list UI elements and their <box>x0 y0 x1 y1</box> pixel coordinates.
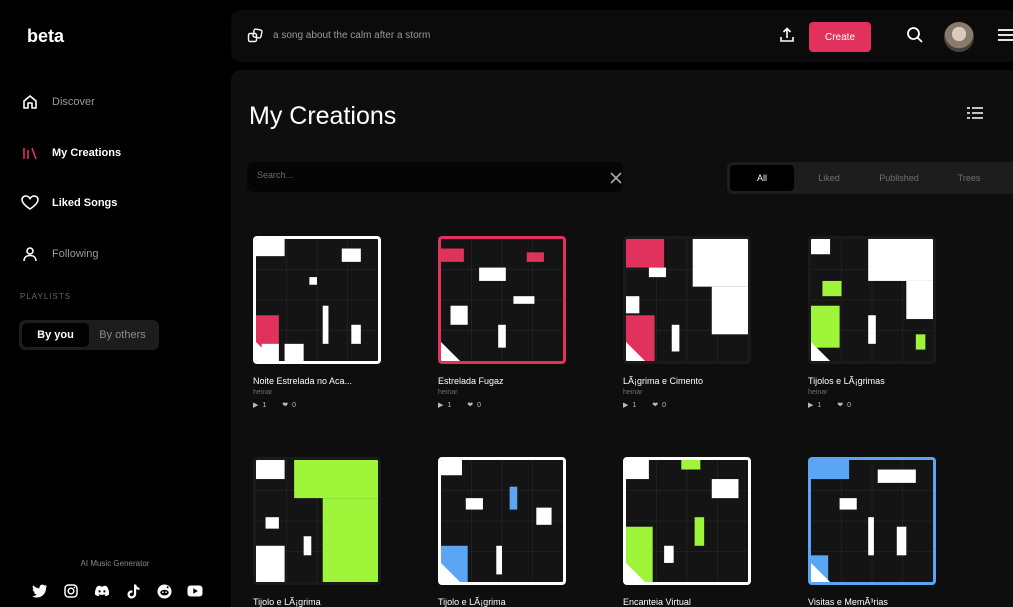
song-card[interactable]: Visitas e MemÃ³rias <box>808 457 938 607</box>
song-card[interactable]: Encanteia Virtual <box>623 457 753 607</box>
sidebar-item-label: My Creations <box>52 147 122 159</box>
song-stats: ▶ 1 ❤ 0 <box>808 401 938 410</box>
list-view-icon[interactable] <box>967 106 983 125</box>
song-title[interactable]: Visitas e MemÃ³rias <box>808 597 938 607</box>
udio-logo[interactable]: udiobeta <box>24 26 1013 607</box>
prompt-dice-icon[interactable] <box>247 28 263 49</box>
reddit-icon[interactable] <box>156 583 172 599</box>
sidebar-item-label: Discover <box>52 96 95 108</box>
tab-liked[interactable]: Liked <box>794 165 864 191</box>
logo-beta-badge: beta <box>27 26 65 46</box>
song-artwork[interactable] <box>808 236 936 364</box>
heart-icon[interactable]: ❤ <box>467 401 473 409</box>
heart-icon[interactable]: ❤ <box>282 401 288 409</box>
heart-icon[interactable]: ❤ <box>837 401 843 409</box>
sidebar-item-label: Liked Songs <box>52 197 118 209</box>
song-author[interactable]: heinar <box>438 389 568 396</box>
play-count: 1 <box>632 401 637 409</box>
tab-published[interactable]: Published <box>864 165 934 191</box>
play-icon[interactable]: ▶ <box>808 401 813 409</box>
top-bar: a song about the calm after a storm Crea… <box>231 10 1013 62</box>
social-links <box>32 583 203 599</box>
hamburger-menu-icon[interactable] <box>997 28 1013 47</box>
song-stats: ▶ 1 ❤ 0 <box>253 401 383 410</box>
youtube-icon[interactable] <box>187 583 203 599</box>
song-artwork[interactable] <box>253 457 381 585</box>
playlist-owner-toggle: By you By others <box>19 320 159 350</box>
tiktok-icon[interactable] <box>125 583 141 599</box>
upload-icon[interactable] <box>779 27 795 48</box>
tab-all[interactable]: All <box>730 165 794 191</box>
main-panel: My Creations All Liked Published Trees N… <box>231 70 1013 607</box>
song-card[interactable]: Tijolos e LÃ¡grimas heinar ▶ 1 ❤ 0 <box>808 236 938 409</box>
filter-tabs: All Liked Published Trees <box>727 162 1013 194</box>
close-icon[interactable] <box>610 171 622 189</box>
search-icon[interactable] <box>906 26 924 49</box>
sidebar: udiobeta Discover My Creations Liked Son… <box>0 0 1013 607</box>
sidebar-item-liked-songs[interactable]: Liked Songs <box>20 190 117 216</box>
song-artwork[interactable] <box>623 236 751 364</box>
song-title[interactable]: LÃ¡grima e Cimento <box>623 376 753 386</box>
song-title[interactable]: Tijolo e LÃ¡grima <box>438 597 568 607</box>
song-artwork[interactable] <box>808 457 936 585</box>
song-card[interactable]: LÃ¡grima e Cimento heinar ▶ 1 ❤ 0 <box>623 236 753 409</box>
page-title: My Creations <box>249 102 397 130</box>
song-stats: ▶ 1 ❤ 0 <box>438 401 568 410</box>
tagline: AI Music Generator <box>80 559 150 568</box>
twitter-icon[interactable] <box>32 583 48 599</box>
play-icon[interactable]: ▶ <box>253 401 258 409</box>
create-button[interactable]: Create <box>809 22 871 52</box>
song-title[interactable]: Tijolos e LÃ¡grimas <box>808 376 938 386</box>
search-box <box>247 162 623 192</box>
song-author[interactable]: heinar <box>808 389 938 396</box>
like-count: 0 <box>477 401 482 409</box>
bars-icon <box>20 143 40 163</box>
song-author[interactable]: heinar <box>623 389 753 396</box>
home-icon <box>20 92 40 112</box>
tab-trees[interactable]: Trees <box>934 165 1004 191</box>
heart-icon <box>20 193 40 213</box>
play-icon[interactable]: ▶ <box>438 401 443 409</box>
sidebar-item-discover[interactable]: Discover <box>20 89 95 115</box>
playlists-heading: PLAYLISTS <box>20 292 72 301</box>
playlist-tab-by-others[interactable]: By others <box>89 323 156 347</box>
song-card[interactable]: Noite Estrelada no Aca... heinar ▶ 1 ❤ 0 <box>253 236 383 409</box>
like-count: 0 <box>847 401 852 409</box>
song-card[interactable]: Tijolo e LÃ¡grima <box>253 457 383 607</box>
song-author[interactable]: heinar <box>253 389 383 396</box>
song-title[interactable]: Noite Estrelada no Aca... <box>253 376 383 386</box>
prompt-input[interactable]: a song about the calm after a storm <box>273 30 430 41</box>
search-input[interactable] <box>257 170 557 180</box>
song-stats: ▶ 1 ❤ 0 <box>623 401 753 410</box>
song-artwork[interactable] <box>253 236 381 364</box>
heart-icon[interactable]: ❤ <box>652 401 658 409</box>
song-title[interactable]: Encanteia Virtual <box>623 597 753 607</box>
play-count: 1 <box>262 401 267 409</box>
song-card[interactable]: Tijolo e LÃ¡grima <box>438 457 568 607</box>
play-icon[interactable]: ▶ <box>623 401 628 409</box>
play-count: 1 <box>447 401 452 409</box>
like-count: 0 <box>292 401 297 409</box>
sidebar-item-following[interactable]: Following <box>20 241 98 267</box>
song-card[interactable]: Estrelada Fugaz heinar ▶ 1 ❤ 0 <box>438 236 568 409</box>
instagram-icon[interactable] <box>63 583 79 599</box>
song-artwork[interactable] <box>438 457 566 585</box>
playlist-tab-by-you[interactable]: By you <box>22 323 89 347</box>
like-count: 0 <box>662 401 667 409</box>
song-artwork[interactable] <box>623 457 751 585</box>
song-artwork[interactable] <box>438 236 566 364</box>
sidebar-item-my-creations[interactable]: My Creations <box>20 140 121 166</box>
song-title[interactable]: Tijolo e LÃ¡grima <box>253 597 383 607</box>
avatar[interactable] <box>944 22 974 52</box>
play-count: 1 <box>817 401 822 409</box>
discord-icon[interactable] <box>94 583 110 599</box>
song-title[interactable]: Estrelada Fugaz <box>438 376 568 386</box>
sidebar-item-label: Following <box>52 248 99 260</box>
person-icon <box>20 244 40 264</box>
